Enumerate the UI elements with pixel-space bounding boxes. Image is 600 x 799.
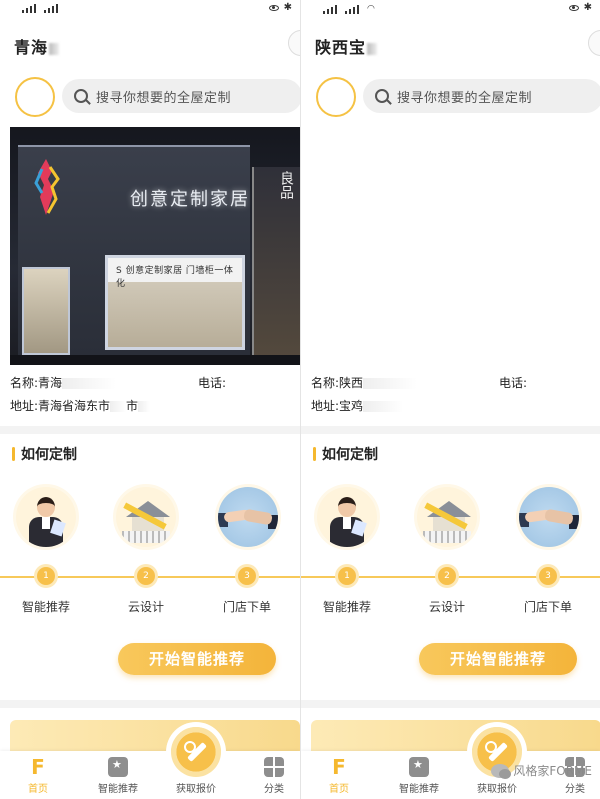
handshake-icon — [519, 487, 579, 547]
step-label-2: 云设计 — [428, 600, 465, 614]
section-divider — [0, 700, 300, 708]
grid-icon — [264, 757, 284, 777]
avatar[interactable] — [316, 77, 356, 117]
home-icon: F — [332, 755, 346, 779]
city-selector[interactable]: 陕西宝 — [315, 34, 378, 58]
step-label-1: 智能推荐 — [21, 600, 70, 614]
step-number-2: 2 — [438, 567, 456, 585]
step-label-2: 云设计 — [127, 600, 164, 614]
step-number-3: 3 — [238, 567, 256, 585]
section-accent-bar — [12, 447, 15, 461]
bookmark-icon — [409, 757, 429, 777]
house-design-icon — [116, 487, 176, 547]
store-window-text: S 创意定制家居 门墙柜一体化 — [116, 266, 234, 289]
store-name: 名称:青海 — [10, 374, 117, 391]
search-placeholder: 搜寻你想要的全屋定制 — [96, 90, 232, 106]
step-label-3: 门店下单 — [523, 600, 572, 614]
search-placeholder: 搜寻你想要的全屋定制 — [397, 90, 533, 106]
section-accent-bar — [313, 447, 316, 461]
top-right-button[interactable] — [588, 30, 600, 56]
consultant-icon — [317, 487, 377, 547]
store-door — [22, 267, 70, 355]
nav-home[interactable]: F 首页 — [8, 757, 68, 795]
watermark: 风格家FORME — [491, 762, 592, 779]
section-title: 如何定制 — [12, 444, 77, 464]
house-design-icon — [417, 487, 477, 547]
section-divider — [301, 426, 600, 434]
section-divider — [0, 426, 300, 434]
store-address: 地址:青海省海东市市 — [10, 397, 151, 414]
store-window: S 创意定制家居 门墙柜一体化 — [105, 255, 245, 350]
status-bar: ◠ ✱ — [301, 0, 600, 20]
avatar[interactable] — [15, 77, 55, 117]
store-phone[interactable]: 电话: — [198, 374, 226, 391]
nav-cases[interactable]: 智能推荐 — [88, 757, 148, 795]
bluetooth-icon: ✱ — [283, 2, 292, 13]
home-icon: F — [31, 755, 45, 779]
signal-icon: ◠ — [323, 4, 375, 14]
store-wing-text: 良品 — [278, 171, 294, 199]
store-name: 名称:陕西 — [311, 374, 418, 391]
bluetooth-icon: ✱ — [583, 2, 592, 13]
bookmark-icon — [108, 757, 128, 777]
status-bar: ✱ — [0, 0, 300, 20]
store-sign: 创意定制家居 — [130, 189, 250, 210]
redacted-text — [367, 42, 378, 55]
store-phone[interactable]: 电话: — [499, 374, 527, 391]
search-icon — [74, 89, 88, 103]
phone-screen-left: ✱ 青海 搜寻你想要的全屋定制 创意定制家居 S 创意定制家居 门墙柜一体化 良… — [0, 0, 300, 799]
brand-logo-icon — [34, 159, 60, 215]
nav-cases[interactable]: 智能推荐 — [389, 757, 449, 795]
signal-icon — [22, 4, 58, 13]
phone-screen-right: ◠ ✱ 陕西宝 搜寻你想要的全屋定制 名称:陕西 电话: 地址:宝鸡 如何定制 … — [300, 0, 600, 799]
step-label-1: 智能推荐 — [322, 600, 371, 614]
bottom-nav: F 首页 智能推荐 获取报价 分类 — [0, 751, 300, 799]
consultant-icon — [16, 487, 76, 547]
start-recommend-button[interactable]: 开始智能推荐 — [419, 643, 577, 675]
eye-icon — [268, 4, 279, 11]
store-address: 地址:宝鸡 — [311, 397, 404, 414]
step-number-2: 2 — [137, 567, 155, 585]
quote-fab-icon[interactable] — [171, 727, 221, 777]
nav-category[interactable]: 分类 — [244, 757, 300, 795]
wifi-icon: ◠ — [367, 4, 375, 14]
handshake-icon — [218, 487, 278, 547]
section-title: 如何定制 — [313, 444, 378, 464]
start-recommend-button[interactable]: 开始智能推荐 — [118, 643, 276, 675]
redacted-text — [49, 42, 60, 55]
top-right-button[interactable] — [288, 30, 300, 56]
step-number-1: 1 — [37, 567, 55, 585]
step-label-3: 门店下单 — [222, 600, 271, 614]
step-number-1: 1 — [338, 567, 356, 585]
eye-icon — [568, 4, 579, 11]
section-divider — [301, 700, 600, 708]
search-icon — [375, 89, 389, 103]
wechat-icon — [491, 763, 512, 779]
nav-home[interactable]: F 首页 — [309, 757, 369, 795]
step-number-3: 3 — [539, 567, 557, 585]
city-selector[interactable]: 青海 — [14, 34, 60, 58]
store-photo[interactable]: 创意定制家居 S 创意定制家居 门墙柜一体化 良品 — [10, 127, 300, 365]
search-bar[interactable]: 搜寻你想要的全屋定制 — [363, 79, 600, 113]
search-bar[interactable]: 搜寻你想要的全屋定制 — [62, 79, 300, 113]
